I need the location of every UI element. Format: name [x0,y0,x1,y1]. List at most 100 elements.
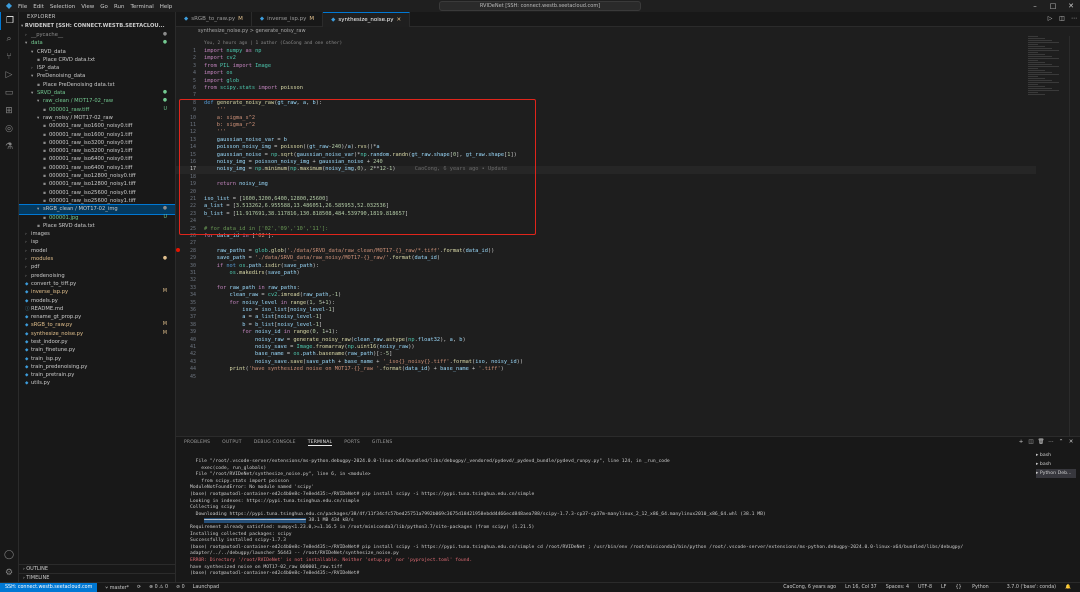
explorer-icon[interactable]: ❐ [0,12,19,30]
tree-folder[interactable]: › pdf [19,263,175,271]
menu-item-selection[interactable]: Selection [50,4,75,10]
tree-folder[interactable]: ▾ CRVD_data [19,48,175,56]
kill-terminal-icon[interactable]: 🗑 [1036,437,1046,448]
panel-tab-terminal[interactable]: TERMINAL [307,440,333,446]
close-tab-icon[interactable]: ✕ [397,17,402,23]
tree-file[interactable]: ◆ convert_to_tiff.py [19,280,175,288]
menu-item-help[interactable]: Help [160,4,173,10]
search-icon[interactable]: ⌕ [0,30,18,48]
code-line[interactable]: 29 save_path = './data/SRVD_data/raw_noi… [176,255,1036,262]
source-control-icon[interactable]: ⑂ [0,48,18,66]
tree-file[interactable]: ▪ 000001_raw_iso3200_noisy0.tiff [19,139,175,147]
panel-tab-debug-console[interactable]: DEBUG CONSOLE [254,440,296,445]
close-icon[interactable]: ✕ [1062,0,1080,12]
tree-file[interactable]: ◆ sRGB_to_raw.py M [19,321,175,329]
code-line[interactable]: 42 base_name = os.path.basename(raw_path… [176,351,1036,358]
tree-file[interactable]: ◆ test_indoor.py [19,338,175,346]
panel-tab-ports[interactable]: PORTS [344,440,360,445]
tree-file[interactable]: ◆ inverse_isp.py M [19,288,175,296]
tree-file[interactable]: ▪ 000001_raw_iso1600_noisy0.tiff [19,122,175,130]
minimap[interactable] [1028,36,1068,96]
run-file-icon[interactable]: ▷ [1044,12,1056,26]
run-debug-icon[interactable]: ▷ [0,66,18,84]
tree-folder[interactable]: › model [19,247,175,255]
more-actions-icon[interactable]: ⋯ [1046,437,1056,448]
terminal-instance[interactable]: ▸ bash [1036,451,1076,460]
tree-file[interactable]: ◆ utils.py [19,379,175,387]
language-mode[interactable]: {} Python [955,585,997,590]
add-terminal-icon[interactable]: + [1016,437,1026,448]
tree-file[interactable]: ▪ 000001_raw.tiff U [19,106,175,114]
close-panel-icon[interactable]: ✕ [1066,437,1076,448]
code-line[interactable]: 2 import cv2 [176,55,1036,62]
tree-file[interactable]: ▪ 000001_raw_iso12800_noisy0.tiff [19,172,175,180]
codelens-authors[interactable]: You, 2 hours ago | 1 author (CaoCong and… [204,40,342,47]
testing-icon[interactable]: ⚗ [0,138,18,156]
tree-file[interactable]: ▪ 000001_raw_iso3200_noisy1.tiff [19,147,175,155]
tree-folder[interactable]: ▾ PreDenoising_data [19,72,175,80]
tree-folder[interactable]: ▾ raw_clean / MOT17-02_raw ● [19,97,175,105]
code-line[interactable]: 6 from scipy.stats import poisson [176,85,1036,92]
cursor-position[interactable]: Ln 16, Col 37 [845,585,877,590]
maximize-icon[interactable]: □ [1044,0,1062,12]
tree-file[interactable]: ⓘ README.md [19,305,175,313]
tree-file[interactable]: ▪ 000001_raw_iso1600_noisy1.tiff [19,131,175,139]
maximize-panel-icon[interactable]: ⌃ [1056,437,1066,448]
tree-file[interactable]: ▪ 000001_raw_iso25600_noisy1.tiff [19,197,175,205]
tree-file[interactable]: ▪ 000001_raw_iso12800_noisy1.tiff [19,180,175,188]
breadcrumb[interactable]: synthesize_noise.py > generate_noisy_raw [176,27,306,36]
code-line[interactable]: 36 iso = iso_list[noisy_level-1] [176,307,1036,314]
menu-item-edit[interactable]: Edit [33,4,44,10]
code-line[interactable]: 41 noisy_save = Image.fromarray(np.uint1… [176,344,1036,351]
command-center-search[interactable]: RVIDeNet [SSH: connect.westb.seetacloud.… [438,1,642,11]
outline-section[interactable]: › OUTLINE [19,564,175,573]
panel-tab-problems[interactable]: PROBLEMS [184,440,210,445]
tree-file[interactable]: ◆ synthesize_noise.py M [19,330,175,338]
code-editor[interactable]: You, 2 hours ago | 1 author (CaoCong and… [176,36,1080,436]
panel-tab-output[interactable]: OUTPUT [222,440,242,445]
tree-file[interactable]: ▪ Place PreDenoising data.txt [19,81,175,89]
split-terminal-icon[interactable]: ◫ [1026,437,1036,448]
code-line[interactable]: 34 clean_raw = cv2.imread(raw_path,-1) [176,292,1036,299]
code-line[interactable]: 28 raw_paths = glob.glob('./data/SRVD_da… [176,248,1036,255]
gitlens-icon[interactable]: ◎ [0,120,18,138]
code-line[interactable]: 39 for noisy_id in range(0, 1+1): [176,329,1036,336]
code-line[interactable]: 4 import os [176,70,1036,77]
editor-scrollbar[interactable] [1069,36,1080,436]
code-line[interactable]: 35 for noisy_level in range(1, 5+1): [176,300,1036,307]
remote-explorer-icon[interactable]: ▭ [0,84,18,102]
tree-folder[interactable]: ▾ sRGB_clean / MOT17-02_img ● [19,204,175,215]
settings-gear-icon[interactable]: ⚙ [0,564,18,582]
code-line[interactable]: 40 noisy_raw = generate_noisy_raw(clean_… [176,337,1036,344]
code-line[interactable]: 33 for raw_path in raw_paths: [176,285,1036,292]
code-line[interactable]: 27 [176,240,1036,247]
more-actions-icon[interactable]: ⋯ [1068,12,1080,26]
sync-icon[interactable]: ⟳ [137,585,141,590]
code-line[interactable]: 3 from PIL import Image [176,63,1036,70]
tree-file[interactable]: ▪ Place CRVD data.txt [19,56,175,64]
breakpoint-icon[interactable] [176,248,180,252]
tree-folder[interactable]: ▾ SRVD_data ● [19,89,175,97]
tree-folder[interactable]: › images [19,230,175,238]
panel-tab-gitlens[interactable]: GITLENS [372,440,393,445]
workspace-root[interactable]: ▾ RVIDENET [SSH: CONNECT.WESTB.SEETACLOU… [19,22,175,31]
minimize-icon[interactable]: – [1026,0,1044,12]
tree-folder[interactable]: › predenoising [19,272,175,280]
account-icon[interactable]: ◯ [0,546,18,564]
split-editor-icon[interactable]: ◫ [1056,12,1068,26]
editor-tab[interactable]: ◆ sRGB_to_raw.py M [176,12,252,26]
code-line[interactable]: 30 if not os.path.isdir(save_path): [176,263,1036,270]
tree-folder[interactable]: › ISP_data [19,64,175,72]
menu-item-view[interactable]: View [81,4,94,10]
code-line[interactable]: 44 print('have synthesized noise on MOT1… [176,366,1036,373]
tree-folder[interactable]: › __pycache__ ● [19,31,175,39]
python-interpreter[interactable]: 3.7.0 ('base': conda) [1007,585,1056,590]
editor-tab[interactable]: ◆ synthesize_noise.py ✕ [323,12,411,27]
indentation[interactable]: Spaces: 4 [886,585,909,590]
menu-item-run[interactable]: Run [114,4,125,10]
tree-file[interactable]: ◆ rename_gt_prop.py [19,313,175,321]
tree-folder[interactable]: › modules ● [19,255,175,263]
tree-file[interactable]: ▪ Place SRVD data.txt [19,222,175,230]
tree-file[interactable]: ◆ train_predenoising.py [19,363,175,371]
code-line[interactable]: 1 import numpy as np [176,48,1036,55]
